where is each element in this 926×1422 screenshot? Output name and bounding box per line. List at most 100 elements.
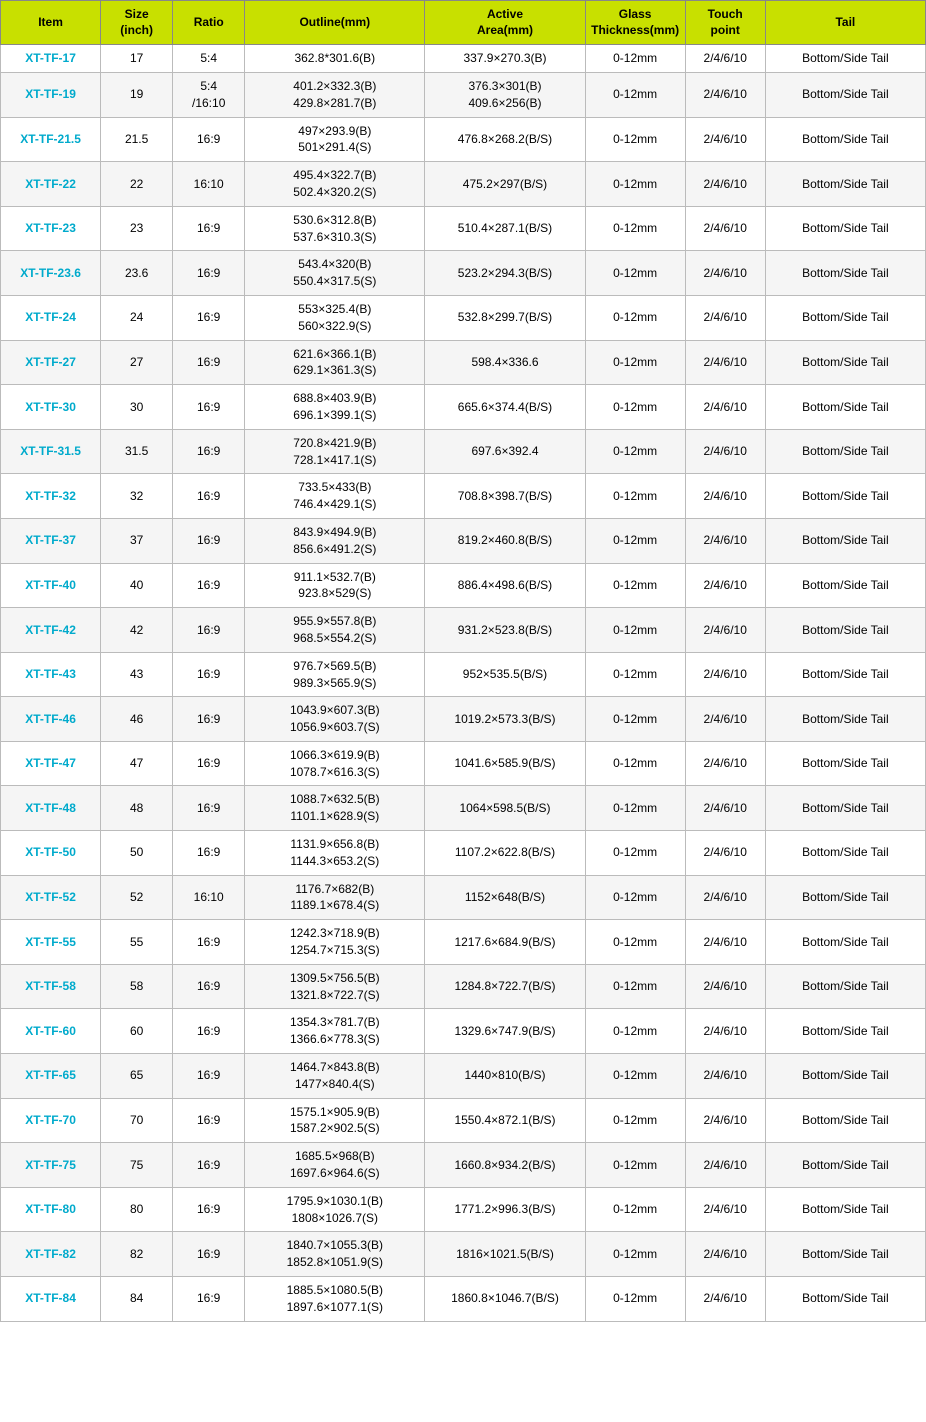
cell-active: 1217.6×684.9(B/S) xyxy=(425,920,585,965)
cell-item: XT-TF-80 xyxy=(1,1187,101,1232)
cell-tail: Bottom/Side Tail xyxy=(765,920,925,965)
cell-glass: 0-12mm xyxy=(585,964,685,1009)
cell-item: XT-TF-37 xyxy=(1,518,101,563)
cell-outline: 543.4×320(B)550.4×317.5(S) xyxy=(245,251,425,296)
cell-touch: 2/4/6/10 xyxy=(685,964,765,1009)
table-row: XT-TF-23.623.616:9543.4×320(B)550.4×317.… xyxy=(1,251,926,296)
cell-touch: 2/4/6/10 xyxy=(685,45,765,73)
cell-active: 1041.6×585.9(B/S) xyxy=(425,741,585,786)
cell-tail: Bottom/Side Tail xyxy=(765,518,925,563)
cell-outline: 1066.3×619.9(B)1078.7×616.3(S) xyxy=(245,741,425,786)
table-row: XT-TF-222216:10495.4×322.7(B)502.4×320.2… xyxy=(1,162,926,207)
cell-size: 48 xyxy=(101,786,173,831)
cell-glass: 0-12mm xyxy=(585,1232,685,1277)
cell-active: 1152×648(B/S) xyxy=(425,875,585,920)
cell-size: 60 xyxy=(101,1009,173,1054)
cell-active: 476.8×268.2(B/S) xyxy=(425,117,585,162)
cell-tail: Bottom/Side Tail xyxy=(765,117,925,162)
cell-item: XT-TF-42 xyxy=(1,608,101,653)
cell-tail: Bottom/Side Tail xyxy=(765,563,925,608)
cell-touch: 2/4/6/10 xyxy=(685,652,765,697)
cell-glass: 0-12mm xyxy=(585,741,685,786)
table-body: XT-TF-17175:4362.8*301.6(B)337.9×270.3(B… xyxy=(1,45,926,1321)
cell-glass: 0-12mm xyxy=(585,652,685,697)
cell-outline: 1795.9×1030.1(B)1808×1026.7(S) xyxy=(245,1187,425,1232)
cell-ratio: 16:9 xyxy=(173,1098,245,1143)
cell-ratio: 16:9 xyxy=(173,563,245,608)
table-row: XT-TF-21.521.516:9497×293.9(B)501×291.4(… xyxy=(1,117,926,162)
cell-active: 708.8×398.7(B/S) xyxy=(425,474,585,519)
cell-tail: Bottom/Side Tail xyxy=(765,385,925,430)
cell-ratio: 16:9 xyxy=(173,1232,245,1277)
cell-ratio: 16:9 xyxy=(173,474,245,519)
cell-outline: 362.8*301.6(B) xyxy=(245,45,425,73)
cell-active: 1064×598.5(B/S) xyxy=(425,786,585,831)
header-active: ActiveArea(mm) xyxy=(425,1,585,45)
cell-size: 31.5 xyxy=(101,429,173,474)
cell-touch: 2/4/6/10 xyxy=(685,741,765,786)
cell-tail: Bottom/Side Tail xyxy=(765,1187,925,1232)
cell-ratio: 16:9 xyxy=(173,385,245,430)
cell-outline: 976.7×569.5(B)989.3×565.9(S) xyxy=(245,652,425,697)
cell-outline: 1685.5×968(B)1697.6×964.6(S) xyxy=(245,1143,425,1188)
cell-size: 17 xyxy=(101,45,173,73)
table-row: XT-TF-808016:91795.9×1030.1(B)1808×1026.… xyxy=(1,1187,926,1232)
cell-tail: Bottom/Side Tail xyxy=(765,474,925,519)
cell-item: XT-TF-21.5 xyxy=(1,117,101,162)
cell-active: 1107.2×622.8(B/S) xyxy=(425,831,585,876)
cell-item: XT-TF-48 xyxy=(1,786,101,831)
cell-tail: Bottom/Side Tail xyxy=(765,429,925,474)
cell-tail: Bottom/Side Tail xyxy=(765,206,925,251)
cell-item: XT-TF-55 xyxy=(1,920,101,965)
cell-outline: 1309.5×756.5(B)1321.8×722.7(S) xyxy=(245,964,425,1009)
cell-outline: 553×325.4(B)560×322.9(S) xyxy=(245,295,425,340)
cell-active: 1284.8×722.7(B/S) xyxy=(425,964,585,1009)
cell-tail: Bottom/Side Tail xyxy=(765,1054,925,1099)
cell-tail: Bottom/Side Tail xyxy=(765,831,925,876)
cell-glass: 0-12mm xyxy=(585,72,685,117)
cell-ratio: 16:9 xyxy=(173,117,245,162)
cell-tail: Bottom/Side Tail xyxy=(765,72,925,117)
cell-active: 510.4×287.1(B/S) xyxy=(425,206,585,251)
cell-outline: 1088.7×632.5(B)1101.1×628.9(S) xyxy=(245,786,425,831)
cell-outline: 1354.3×781.7(B)1366.6×778.3(S) xyxy=(245,1009,425,1054)
table-row: XT-TF-323216:9733.5×433(B)746.4×429.1(S)… xyxy=(1,474,926,519)
cell-active: 1440×810(B/S) xyxy=(425,1054,585,1099)
cell-active: 1860.8×1046.7(B/S) xyxy=(425,1277,585,1322)
cell-glass: 0-12mm xyxy=(585,474,685,519)
header-glass: GlassThickness(mm) xyxy=(585,1,685,45)
table-row: XT-TF-31.531.516:9720.8×421.9(B)728.1×41… xyxy=(1,429,926,474)
cell-tail: Bottom/Side Tail xyxy=(765,1098,925,1143)
cell-glass: 0-12mm xyxy=(585,1054,685,1099)
cell-ratio: 5:4 xyxy=(173,45,245,73)
cell-tail: Bottom/Side Tail xyxy=(765,741,925,786)
cell-size: 47 xyxy=(101,741,173,786)
cell-touch: 2/4/6/10 xyxy=(685,474,765,519)
cell-tail: Bottom/Side Tail xyxy=(765,295,925,340)
cell-size: 21.5 xyxy=(101,117,173,162)
cell-item: XT-TF-43 xyxy=(1,652,101,697)
cell-ratio: 16:9 xyxy=(173,1009,245,1054)
cell-glass: 0-12mm xyxy=(585,1187,685,1232)
cell-touch: 2/4/6/10 xyxy=(685,1232,765,1277)
cell-active: 532.8×299.7(B/S) xyxy=(425,295,585,340)
cell-active: 337.9×270.3(B) xyxy=(425,45,585,73)
cell-glass: 0-12mm xyxy=(585,786,685,831)
cell-touch: 2/4/6/10 xyxy=(685,385,765,430)
cell-glass: 0-12mm xyxy=(585,1098,685,1143)
header-tail: Tail xyxy=(765,1,925,45)
table-row: XT-TF-242416:9553×325.4(B)560×322.9(S)53… xyxy=(1,295,926,340)
cell-size: 70 xyxy=(101,1098,173,1143)
cell-active: 475.2×297(B/S) xyxy=(425,162,585,207)
cell-size: 37 xyxy=(101,518,173,563)
cell-outline: 1176.7×682(B)1189.1×678.4(S) xyxy=(245,875,425,920)
cell-outline: 401.2×332.3(B)429.8×281.7(B) xyxy=(245,72,425,117)
cell-item: XT-TF-31.5 xyxy=(1,429,101,474)
cell-size: 23 xyxy=(101,206,173,251)
cell-touch: 2/4/6/10 xyxy=(685,875,765,920)
cell-active: 1771.2×996.3(B/S) xyxy=(425,1187,585,1232)
cell-outline: 843.9×494.9(B)856.6×491.2(S) xyxy=(245,518,425,563)
cell-item: XT-TF-40 xyxy=(1,563,101,608)
cell-outline: 733.5×433(B)746.4×429.1(S) xyxy=(245,474,425,519)
cell-touch: 2/4/6/10 xyxy=(685,251,765,296)
